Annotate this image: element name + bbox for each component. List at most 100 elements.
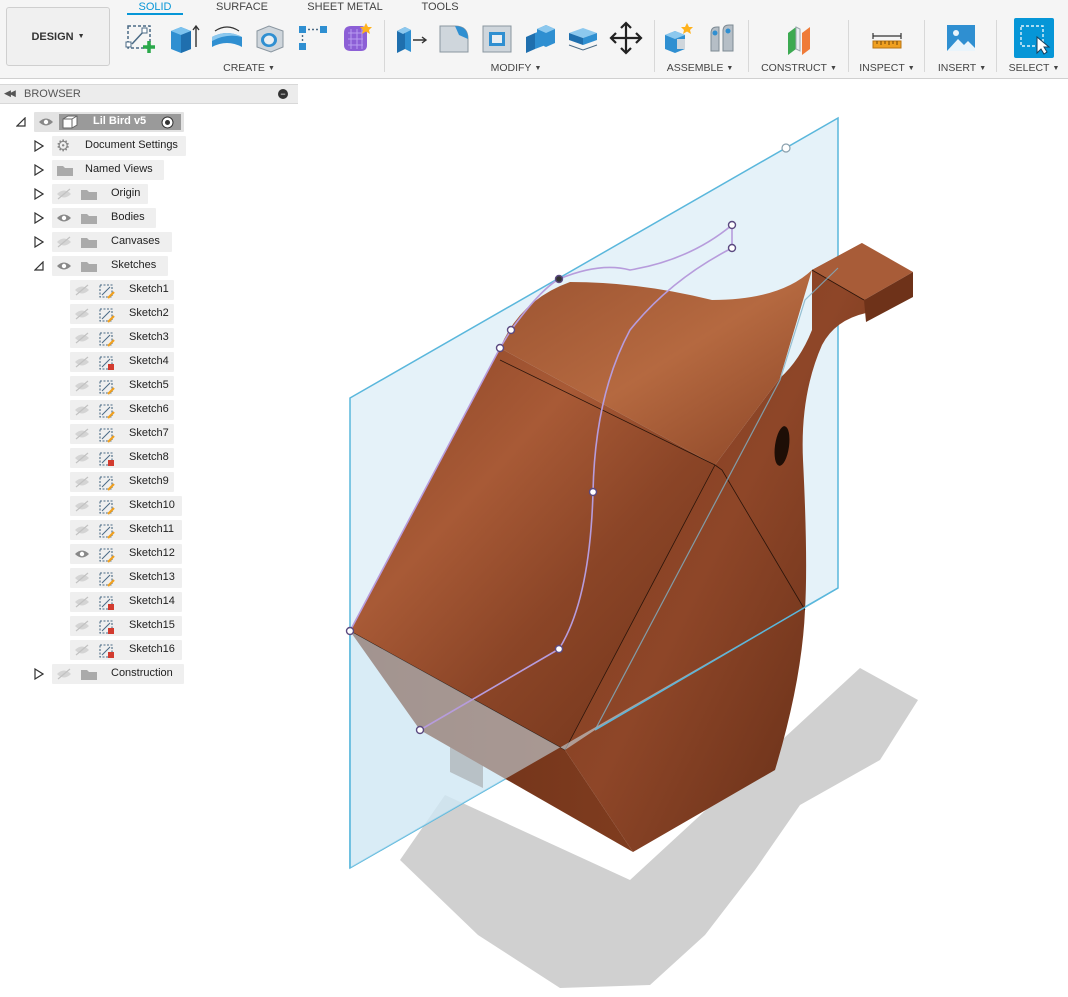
eye-hidden-icon[interactable] [74, 476, 90, 488]
construct-plane-button[interactable] [782, 20, 816, 56]
sketch-icon [99, 500, 115, 515]
joint-button[interactable] [705, 20, 739, 56]
move-copy-button[interactable] [609, 20, 643, 56]
sketch-item[interactable]: Sketch13 [0, 568, 300, 588]
eye-hidden-icon[interactable] [74, 452, 90, 464]
eye-hidden-icon[interactable] [56, 236, 72, 248]
sketch-item[interactable]: Sketch1 [0, 280, 300, 300]
select-group-label[interactable]: SELECT ▼ [1006, 62, 1062, 74]
browser-item-bodies[interactable]: Bodies [0, 208, 300, 228]
eye-hidden-icon[interactable] [56, 188, 72, 200]
sketch-point[interactable] [554, 644, 564, 654]
create-sketch-button[interactable] [124, 20, 158, 56]
sketch-point[interactable] [495, 343, 505, 353]
shell-button[interactable] [480, 20, 514, 56]
collapsed-triangle-icon[interactable] [34, 188, 44, 200]
press-pull-button[interactable] [394, 20, 428, 56]
eye-icon[interactable] [74, 548, 90, 560]
collapsed-triangle-icon[interactable] [34, 164, 44, 176]
browser-item-sketches[interactable]: Sketches [0, 256, 300, 276]
pattern-button[interactable] [296, 20, 330, 56]
eye-hidden-icon[interactable] [74, 404, 90, 416]
sketch-point[interactable] [506, 325, 516, 335]
eye-hidden-icon[interactable] [74, 308, 90, 320]
collapse-panel-icon[interactable]: ◀◀ [4, 88, 16, 99]
construct-group-label[interactable]: CONSTRUCT ▼ [755, 62, 843, 74]
sketch-point[interactable] [727, 243, 737, 253]
hole-button[interactable] [253, 20, 287, 56]
collapsed-triangle-icon[interactable] [34, 140, 44, 152]
eye-hidden-icon[interactable] [74, 380, 90, 392]
sketch-point[interactable] [554, 274, 564, 284]
offset-face-button[interactable] [566, 20, 600, 56]
insert-group-label[interactable]: INSERT ▼ [936, 62, 988, 74]
sketch-item[interactable]: Sketch2 [0, 304, 300, 324]
eye-hidden-icon[interactable] [74, 356, 90, 368]
browser-item-named-views[interactable]: Named Views [0, 160, 300, 180]
browser-item-document-settings[interactable]: ⚙ Document Settings [0, 136, 300, 156]
browser-root-item[interactable]: Lil Bird v5 [0, 112, 300, 132]
sketch-point[interactable] [588, 487, 598, 497]
select-button[interactable] [1014, 18, 1054, 58]
expanded-triangle-icon[interactable] [34, 261, 44, 271]
tab-tools[interactable]: TOOLS [414, 0, 466, 14]
eye-hidden-icon[interactable] [74, 572, 90, 584]
collapsed-triangle-icon[interactable] [34, 212, 44, 224]
sketch-item[interactable]: Sketch14 [0, 592, 300, 612]
new-component-button[interactable] [662, 20, 696, 56]
collapsed-triangle-icon[interactable] [34, 668, 44, 680]
revolve-button[interactable] [210, 20, 244, 56]
eye-hidden-icon[interactable] [74, 620, 90, 632]
sketch-item[interactable]: Sketch7 [0, 424, 300, 444]
collapsed-triangle-icon[interactable] [34, 236, 44, 248]
sketch-item[interactable]: Sketch16 [0, 640, 300, 660]
assemble-group-label[interactable]: ASSEMBLE ▼ [660, 62, 740, 74]
browser-item-canvases[interactable]: Canvases [0, 232, 300, 252]
eye-hidden-icon[interactable] [74, 644, 90, 656]
expanded-triangle-icon[interactable] [16, 117, 26, 127]
browser-header[interactable]: ◀◀ BROWSER − [0, 84, 298, 104]
tab-surface[interactable]: SURFACE [210, 0, 274, 14]
sketch-item[interactable]: Sketch5 [0, 376, 300, 396]
modify-group-label[interactable]: MODIFY ▼ [456, 62, 576, 74]
sketch-point[interactable] [727, 220, 737, 230]
sketch-item[interactable]: Sketch15 [0, 616, 300, 636]
activate-radio-icon[interactable] [161, 116, 174, 129]
eye-icon[interactable] [38, 116, 54, 128]
combine-button[interactable] [523, 20, 557, 56]
measure-button[interactable] [870, 20, 904, 56]
sketch-item[interactable]: Sketch10 [0, 496, 300, 516]
sketch-item[interactable]: Sketch6 [0, 400, 300, 420]
sketch-icon [99, 476, 115, 491]
eye-icon[interactable] [56, 260, 72, 272]
browser-item-origin[interactable]: Origin [0, 184, 300, 204]
create-group-label[interactable]: CREATE ▼ [190, 62, 308, 74]
eye-hidden-icon[interactable] [56, 668, 72, 680]
eye-icon[interactable] [56, 212, 72, 224]
eye-hidden-icon[interactable] [74, 332, 90, 344]
tab-solid[interactable]: SOLID [127, 0, 183, 14]
eye-hidden-icon[interactable] [74, 428, 90, 440]
eye-hidden-icon[interactable] [74, 500, 90, 512]
sketch-point[interactable] [415, 725, 425, 735]
sketch-item[interactable]: Sketch11 [0, 520, 300, 540]
workspace-switcher[interactable]: DESIGN ▼ [6, 7, 110, 66]
tab-sheet-metal[interactable]: SHEET METAL [303, 0, 387, 14]
eye-hidden-icon[interactable] [74, 284, 90, 296]
extrude-button[interactable] [167, 20, 201, 56]
plane-handle[interactable] [781, 143, 791, 153]
sketch-item[interactable]: Sketch12 [0, 544, 300, 564]
browser-item-construction[interactable]: Construction [0, 664, 300, 684]
sketch-item[interactable]: Sketch9 [0, 472, 300, 492]
sketch-point[interactable] [345, 626, 355, 636]
sketch-item[interactable]: Sketch8 [0, 448, 300, 468]
eye-hidden-icon[interactable] [74, 524, 90, 536]
insert-canvas-button[interactable] [944, 20, 978, 56]
sketch-item[interactable]: Sketch4 [0, 352, 300, 372]
fillet-button[interactable] [437, 20, 471, 56]
create-form-button[interactable] [339, 20, 373, 56]
eye-hidden-icon[interactable] [74, 596, 90, 608]
inspect-group-label[interactable]: INSPECT ▼ [858, 62, 916, 74]
minimize-icon[interactable]: − [278, 89, 288, 99]
sketch-item[interactable]: Sketch3 [0, 328, 300, 348]
